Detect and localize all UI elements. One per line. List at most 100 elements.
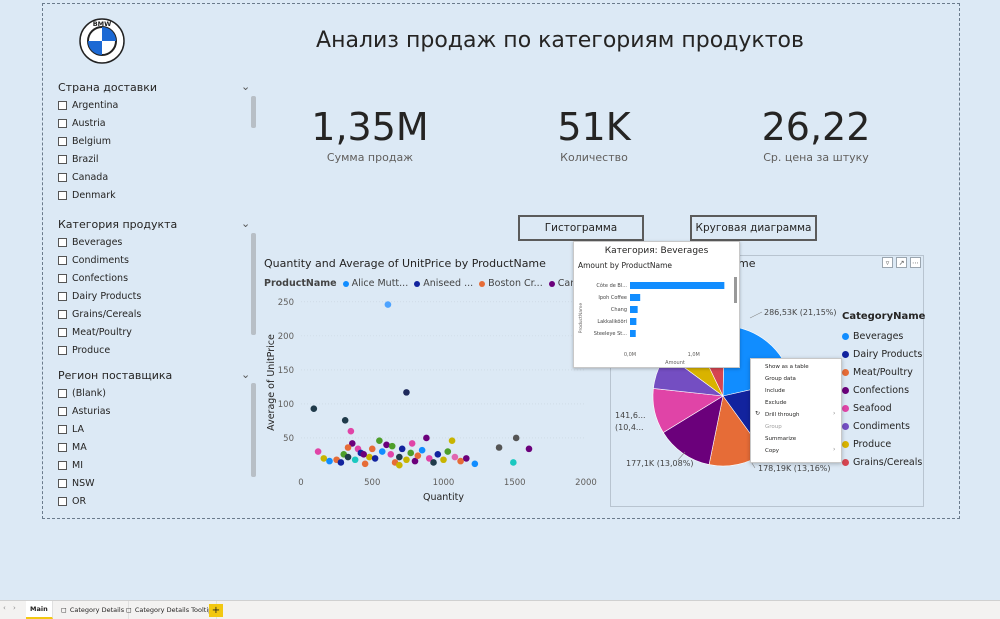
slicer-item[interactable]: (Blank) <box>58 386 106 400</box>
slicer-title: Регион поставщика <box>58 369 173 382</box>
menu-item-group-data[interactable]: Group data <box>765 373 837 384</box>
slicer-item-label: Dairy Products <box>72 290 142 302</box>
tab-category-details[interactable]: ◻ Category Details <box>57 601 130 619</box>
checkbox[interactable] <box>58 190 67 200</box>
histogram-button[interactable]: Гистограмма <box>518 215 644 241</box>
kpi-value: 26,22 <box>761 105 871 149</box>
slicer-item[interactable]: Brazil <box>58 152 99 166</box>
menu-item-copy[interactable]: Copy <box>765 445 837 456</box>
slicer-item-label: Beverages <box>72 236 123 248</box>
checkbox[interactable] <box>58 406 67 416</box>
chevron-down-icon[interactable]: ⌄ <box>241 368 250 381</box>
pie-legend-item[interactable]: Confections <box>842 381 925 399</box>
kpi-value: 1,35M <box>311 105 429 149</box>
checkbox[interactable] <box>58 255 67 265</box>
slicer-scrollbar[interactable] <box>251 96 256 128</box>
tab-scroll-right-icon[interactable]: › <box>13 604 16 612</box>
slicer-item[interactable]: MA <box>58 440 87 454</box>
slicer-ship-country: Страна доставки ⌄ Argentina Austria Belg… <box>58 80 250 201</box>
pie-legend-item[interactable]: Grains/Cereals <box>842 453 925 471</box>
scatter-point <box>434 451 442 458</box>
scatter-point <box>378 448 386 455</box>
checkbox[interactable] <box>58 136 67 146</box>
slicer-item[interactable]: Dairy Products <box>58 289 141 303</box>
slicer-item[interactable]: Austria <box>58 116 106 130</box>
pie-legend-item[interactable]: Produce <box>842 435 925 453</box>
checkbox[interactable] <box>58 309 67 319</box>
slicer-item[interactable]: Belgium <box>58 134 111 148</box>
slicer-item[interactable]: NSW <box>58 476 95 490</box>
pie-legend-title: CategoryName <box>842 311 926 322</box>
scatter-point <box>347 427 355 435</box>
checkbox[interactable] <box>58 100 67 110</box>
menu-item-drill-through[interactable]: Drill through <box>765 409 837 420</box>
slicer-item[interactable]: Canada <box>58 170 108 184</box>
tooltip-scrollbar <box>734 277 737 303</box>
slicer-item[interactable]: Argentina <box>58 98 118 112</box>
tab-category-details-tooltip[interactable]: ◻ Category Details Tooltip <box>122 601 218 619</box>
pie-chart-button[interactable]: Круговая диаграмма <box>690 215 817 241</box>
checkbox[interactable] <box>58 118 67 128</box>
pie-data-label: 178,19K (13,16%) <box>758 464 831 473</box>
slicer-item[interactable]: Grains/Cereals <box>58 307 141 321</box>
slicer-scrollbar[interactable] <box>251 233 256 335</box>
checkbox[interactable] <box>58 478 67 488</box>
checkbox[interactable] <box>58 172 67 182</box>
slicer-scrollbar[interactable] <box>251 383 256 477</box>
menu-item-exclude[interactable]: Exclude <box>765 397 837 408</box>
chevron-down-icon[interactable]: ⌄ <box>241 217 250 230</box>
slicer-item-label: MA <box>72 441 87 453</box>
checkbox[interactable] <box>58 291 67 301</box>
slicer-item[interactable]: Confections <box>58 271 128 285</box>
scatter-point <box>383 441 390 449</box>
slicer-item[interactable]: Beverages <box>58 235 122 249</box>
menu-item-summarize[interactable]: Summarize <box>765 433 837 444</box>
kpi-quantity: 51K Количество <box>494 105 694 164</box>
scatter-point <box>451 453 459 461</box>
slicer-item-label: OR <box>72 495 87 507</box>
checkbox[interactable] <box>58 154 67 164</box>
more-options-icon[interactable]: ⋯ <box>910 257 921 268</box>
slicer-item[interactable]: MI <box>58 458 83 472</box>
pie-legend-item[interactable]: Condiments <box>842 417 925 435</box>
scatter-chart[interactable]: 50 100 150 200 250 0 500 1000 1500 2000 Quantity Av… <box>260 288 600 508</box>
menu-item-show-as-table[interactable]: Show as a table <box>765 361 837 372</box>
checkbox[interactable] <box>58 496 67 506</box>
tab-scroll-left-icon[interactable]: ‹ <box>3 604 6 612</box>
pie-legend-item[interactable]: Dairy Products <box>842 345 925 363</box>
y-tick-label: 100 <box>278 400 294 410</box>
bar <box>630 282 725 289</box>
slicer-item[interactable]: Produce <box>58 343 110 357</box>
slicer-item[interactable]: OR <box>58 494 86 508</box>
slicer-item[interactable]: LA <box>58 422 84 436</box>
scatter-point <box>388 442 396 450</box>
checkbox[interactable] <box>58 345 67 355</box>
chevron-down-icon[interactable]: ⌄ <box>241 80 250 93</box>
slicer-item[interactable]: Denmark <box>58 188 116 202</box>
filter-icon[interactable]: ▿ <box>882 257 893 268</box>
x-tick-label: 2000 <box>575 478 597 488</box>
checkbox[interactable] <box>58 388 67 398</box>
checkbox[interactable] <box>58 442 67 452</box>
checkbox[interactable] <box>58 327 67 337</box>
checkbox[interactable] <box>58 237 67 247</box>
scatter-point <box>430 459 437 466</box>
scatter-point <box>444 448 452 455</box>
menu-item-include[interactable]: Include <box>765 385 837 396</box>
pie-legend-item[interactable]: Meat/Poultry <box>842 363 925 381</box>
slicer-item-label: (Blank) <box>72 387 106 399</box>
add-page-button[interactable]: + <box>209 604 223 617</box>
checkbox[interactable] <box>58 460 67 470</box>
slicer-item[interactable]: Meat/Poultry <box>58 325 132 339</box>
pie-legend-item[interactable]: Beverages <box>842 327 925 345</box>
checkbox[interactable] <box>58 273 67 283</box>
slicer-item[interactable]: Asturias <box>58 404 111 418</box>
slicer-item-label: MI <box>72 459 83 471</box>
checkbox[interactable] <box>58 424 67 434</box>
focus-mode-icon[interactable]: ↗ <box>896 257 907 268</box>
slicer-item-label: LA <box>72 423 85 435</box>
slicer-item[interactable]: Condiments <box>58 253 129 267</box>
tab-main[interactable]: Main <box>26 601 53 619</box>
slicer-title: Страна доставки <box>58 81 158 94</box>
pie-legend-item[interactable]: Seafood <box>842 399 925 417</box>
